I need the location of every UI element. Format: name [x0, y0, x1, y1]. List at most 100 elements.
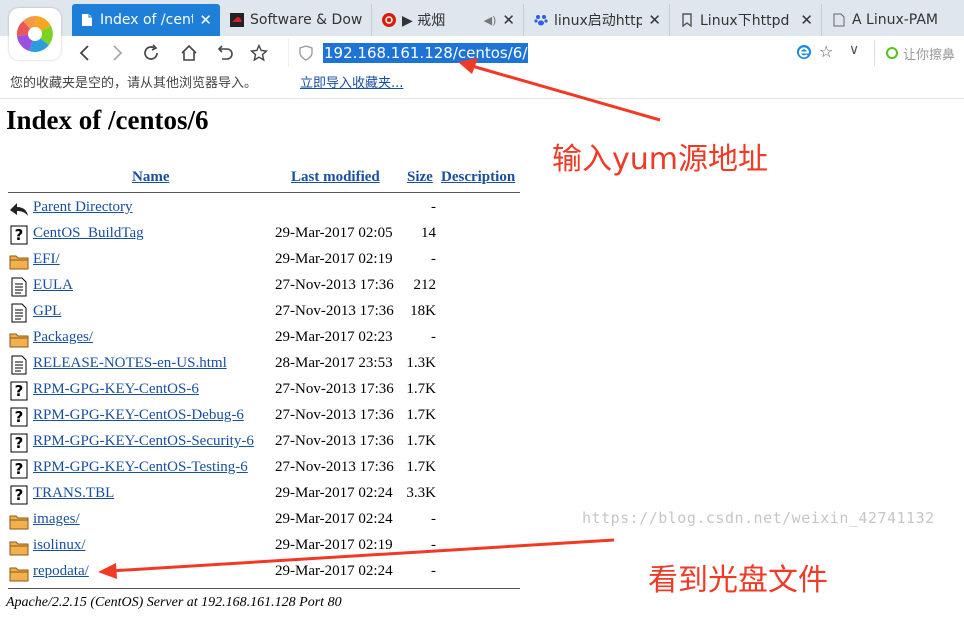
unknown-file-icon: ? — [9, 485, 29, 505]
search-placeholder: 让你擦鼻 — [903, 47, 956, 63]
chevron-left-icon — [79, 45, 89, 61]
search-input[interactable]: 让你擦鼻 — [874, 40, 964, 66]
file-size: 1.7K — [406, 459, 436, 475]
file-size: - — [431, 511, 436, 527]
file-link[interactable]: EFI/ — [33, 251, 60, 268]
unknown-file-icon: ? — [9, 381, 29, 401]
shield-icon — [299, 45, 313, 61]
file-modified-date: 29-Mar-2017 02:05 — [275, 225, 393, 241]
tab-linux-httpd[interactable]: linux启动httpd ✕ — [526, 4, 670, 36]
file-row: images/29-Mar-2017 02:24 - — [0, 508, 540, 534]
file-size: - — [431, 199, 436, 215]
close-icon[interactable]: ✕ — [199, 11, 212, 29]
tab-title: Linux下httpd — [700, 13, 790, 29]
baidu-paw-icon — [534, 13, 548, 27]
file-row: ? RPM-GPG-KEY-CentOS-Testing-6 27-Nov-2013… — [0, 456, 540, 482]
file-link[interactable]: TRANS.TBL — [33, 485, 114, 502]
folder-icon — [9, 511, 29, 531]
file-size: 212 — [413, 277, 437, 293]
tab-title: linux启动httpd — [554, 13, 642, 29]
unknown-file-icon: ? — [9, 459, 29, 479]
reload-button[interactable] — [138, 40, 164, 66]
file-modified-date: 29-Mar-2017 02:24 — [275, 485, 393, 501]
file-modified-date: 27-Nov-2013 17:36 — [275, 407, 394, 423]
file-link[interactable]: CentOS_BuildTag — [33, 225, 144, 242]
file-link[interactable]: RPM-GPG-KEY-CentOS-Debug-6 — [33, 407, 244, 424]
file-modified-date: 27-Nov-2013 17:36 — [275, 277, 394, 293]
file-modified-date: 29-Mar-2017 02:23 — [275, 329, 393, 345]
file-row: ? RPM-GPG-KEY-CentOS-6 27-Nov-2013 17:36 1.… — [0, 378, 540, 404]
file-row: ? TRANS.TBL 29-Mar-2017 02:24 3.3K — [0, 482, 540, 508]
close-icon[interactable]: ✕ — [502, 11, 515, 29]
file-modified-date: 29-Mar-2017 02:19 — [275, 251, 393, 267]
home-button[interactable] — [176, 40, 202, 66]
column-header-description[interactable]: Description — [441, 169, 515, 186]
file-size: 1.7K — [406, 407, 436, 423]
tab-title: A Linux-PAM — [852, 12, 939, 28]
unknown-file-icon: ? — [9, 433, 29, 453]
tab-music[interactable]: ▶ 戒烟 ◀) ✕ — [374, 4, 524, 36]
file-size: 1.7K — [406, 381, 436, 397]
file-size: 14 — [421, 225, 436, 241]
file-link[interactable]: GPL — [33, 303, 61, 320]
close-icon[interactable]: ✕ — [800, 11, 813, 29]
folder-icon — [9, 563, 29, 583]
file-modified-date: 27-Nov-2013 17:36 — [275, 433, 394, 449]
unknown-file-icon: ? — [9, 225, 29, 245]
file-link[interactable]: RPM-GPG-KEY-CentOS-6 — [33, 381, 199, 398]
favorite-button[interactable] — [246, 40, 272, 66]
file-row: GPL 27-Nov-2013 17:36 18K — [0, 300, 540, 326]
file-link[interactable]: Packages/ — [33, 329, 93, 346]
column-header-last-modified[interactable]: Last modified — [291, 169, 380, 186]
music-icon — [382, 13, 396, 27]
unknown-file-icon: ? — [9, 407, 29, 427]
file-link[interactable]: Parent Directory — [33, 199, 133, 216]
file-link[interactable]: RPM-GPG-KEY-CentOS-Security-6 — [33, 433, 254, 450]
header-divider — [8, 192, 520, 193]
browser-logo[interactable] — [9, 8, 61, 60]
undo-close-button[interactable] — [212, 40, 238, 66]
file-link[interactable]: EULA — [33, 277, 73, 294]
tab-software-downloads[interactable]: Software & Downloads — [222, 4, 372, 36]
page-title: Index of /centos/6 — [6, 105, 209, 135]
svg-text:?: ? — [15, 382, 24, 400]
back-button[interactable] — [72, 40, 98, 66]
file-size: - — [431, 251, 436, 267]
file-row: EULA 27-Nov-2013 17:36 212 — [0, 274, 540, 300]
tab-linux-httpd-2[interactable]: Linux下httpd ✕ — [672, 4, 822, 36]
file-link[interactable]: repodata/ — [33, 563, 89, 580]
chevron-down-icon[interactable]: ∨ — [849, 42, 859, 58]
home-icon — [181, 44, 197, 61]
import-bookmarks-link[interactable]: 立即导入收藏夹... — [300, 70, 403, 98]
file-size: - — [431, 537, 436, 553]
speaker-icon[interactable]: ◀) — [484, 14, 497, 27]
address-bar[interactable]: 192.168.161.128/centos/6/ ☆ ∨ — [288, 39, 868, 67]
file-link[interactable]: isolinux/ — [33, 537, 86, 554]
ie-compat-icon[interactable] — [795, 43, 813, 61]
page-icon — [80, 13, 94, 27]
chevron-right-icon — [113, 45, 123, 61]
undo-icon — [217, 45, 233, 60]
url-text[interactable]: 192.168.161.128/centos/6/ — [323, 43, 529, 63]
star-icon — [250, 44, 268, 62]
tab-index-of-centos[interactable]: Index of /centos/6 ✕ — [72, 4, 220, 36]
bookmark-star-icon[interactable]: ☆ — [819, 42, 833, 61]
svg-text:?: ? — [15, 408, 24, 426]
forward-button[interactable] — [104, 40, 130, 66]
svg-text:?: ? — [15, 434, 24, 452]
bookmarks-bar: 您的收藏夹是空的，请从其他浏览器导入。 立即导入收藏夹... — [0, 70, 964, 99]
file-modified-date: 27-Nov-2013 17:36 — [275, 381, 394, 397]
file-modified-date: 29-Mar-2017 02:19 — [275, 537, 393, 553]
folder-icon — [9, 537, 29, 557]
file-link[interactable]: images/ — [33, 511, 80, 528]
svg-text:?: ? — [15, 226, 24, 244]
column-header-name[interactable]: Name — [132, 169, 170, 186]
file-link[interactable]: RELEASE-NOTES-en-US.html — [33, 355, 227, 372]
close-icon[interactable]: ✕ — [648, 11, 661, 29]
file-link[interactable]: RPM-GPG-KEY-CentOS-Testing-6 — [33, 459, 248, 476]
file-row: EFI/29-Mar-2017 02:19 - — [0, 248, 540, 274]
tab-linux-pam[interactable]: A Linux-PAM — [824, 4, 964, 36]
column-header-size[interactable]: Size — [407, 169, 433, 186]
svg-text:?: ? — [15, 486, 24, 504]
server-signature: Apache/2.2.15 (CentOS) Server at 192.168… — [6, 595, 342, 610]
